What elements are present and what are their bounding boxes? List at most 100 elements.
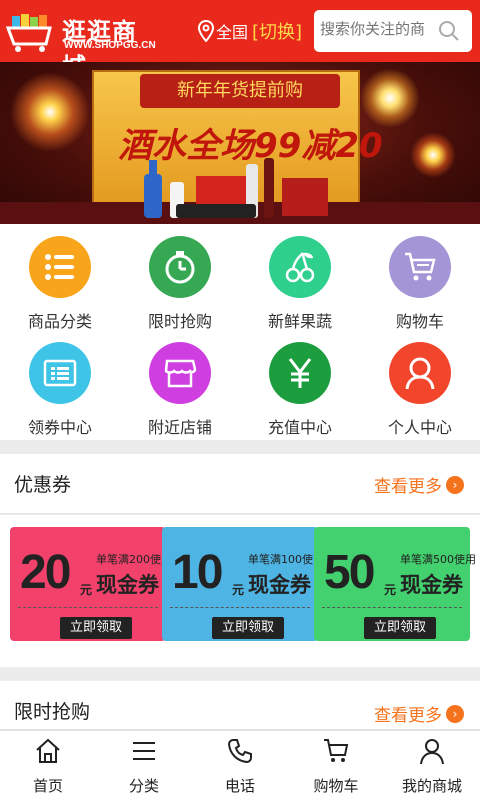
category-item[interactable]: 购物车 [360,224,480,332]
location-selector[interactable]: 全国 [切换] [198,18,302,44]
nav-label: 电话 [224,777,255,795]
flash-sale-section-header: 限时抢购 查看更多 › [0,681,480,730]
category-label: 新鲜果蔬 [267,312,332,331]
coupon-icon [43,359,77,387]
coupon-card[interactable]: 20 元 单笔满200使 现金券 立即领取 [10,527,166,641]
category-icon-bg [389,236,451,298]
cherry-icon [285,252,315,283]
category-item[interactable]: 附近店铺 [120,330,240,438]
list-icon [45,254,74,280]
cart-icon [324,739,349,762]
category-grid: 商品分类 限时抢购 新鲜果蔬 购物车 领券中心 附近店铺 充值中心 个人中心 [0,224,480,440]
category-icon-bg [269,342,331,404]
coupon-divider [18,607,158,608]
home-icon [36,738,60,763]
coupon-unit: 元 [80,583,93,597]
phone-icon [227,739,252,764]
category-label: 领券中心 [27,418,92,437]
nav-my-mall[interactable]: 我的商城 [384,731,480,800]
coupon-kind: 现金券 [400,573,463,597]
nav-category[interactable]: 分类 [96,731,192,800]
category-icon-bg [389,342,451,404]
switch-location-link[interactable]: [切换] [252,18,302,44]
category-icon-bg [149,236,211,298]
user-icon [420,739,444,765]
claim-coupon-button[interactable]: 立即领取 [60,617,132,639]
view-more-link[interactable]: 查看更多 › [374,472,464,497]
coupon-unit: 元 [232,583,245,597]
firework-decoration [360,68,420,128]
logo[interactable]: 逛逛商城 WWW.SHOPGG.CN [6,10,156,81]
nav-label: 我的商城 [401,777,462,795]
nav-label: 购物车 [313,777,359,795]
nav-label: 首页 [32,777,63,795]
coupon-divider [322,607,462,608]
coupon-card[interactable]: 10 元 单笔满100使 现金券 立即领取 [162,527,318,641]
location-text: 全国 [216,23,249,42]
nav-home[interactable]: 首页 [0,731,96,800]
yen-icon [288,358,312,388]
search-input[interactable] [320,20,432,38]
firework-decoration [410,132,456,178]
logo-cart-icon [6,14,52,52]
coupon-condition: 单笔满200使 [96,553,161,566]
search-box[interactable] [314,10,472,52]
section-title: 优惠券 [14,474,72,496]
category-label: 购物车 [395,312,444,331]
store-icon [164,359,197,388]
coupon-unit: 元 [384,583,397,597]
coupon-divider [170,607,310,608]
claim-coupon-button[interactable]: 立即领取 [212,617,284,639]
nav-cart[interactable]: 购物车 [288,731,384,800]
view-more-label: 查看更多 [374,706,442,726]
category-item[interactable]: 充值中心 [240,330,360,438]
category-label: 充值中心 [267,418,332,437]
promo-banner[interactable]: 新年年货提前购 酒水全场99减20 [0,62,480,224]
wine-bottles-image [144,158,328,218]
view-more-label: 查看更多 [374,477,442,497]
firework-decoration [10,72,90,152]
logo-url: WWW.SHOPGG.CN [64,40,156,51]
person-icon [405,357,435,390]
category-item[interactable]: 个人中心 [360,330,480,438]
category-icon-bg [29,236,91,298]
coupon-amount: 10 [172,546,223,599]
chevron-right-icon: › [446,475,464,494]
category-icon-bg [269,236,331,298]
coupon-list: 20 元 单笔满200使 现金券 立即领取 10 元 单笔满100使 现金券 立… [0,515,480,667]
coupon-section-header: 优惠券 查看更多 › [0,454,480,514]
category-icon-bg [29,342,91,404]
category-label: 商品分类 [27,312,92,331]
cart-icon [405,252,436,281]
nav-label: 分类 [128,777,159,795]
search-icon[interactable] [438,20,460,42]
category-label: 个人中心 [387,418,452,437]
category-item[interactable]: 限时抢购 [120,224,240,332]
coupon-kind: 现金券 [248,573,311,597]
coupon-card[interactable]: 50 元 单笔满500使用 现金券 立即领取 [314,527,476,641]
coupon-amount: 50 [324,546,375,599]
claim-coupon-button[interactable]: 立即领取 [364,617,436,639]
section-divider [0,667,480,681]
nav-phone[interactable]: 电话 [192,731,288,800]
section-divider [0,440,480,454]
category-label: 附近店铺 [147,418,212,437]
coupon-condition: 单笔满100使 [248,553,313,566]
banner-ribbon: 新年年货提前购 [140,74,340,108]
category-item[interactable]: 商品分类 [0,224,120,332]
section-title: 限时抢购 [14,701,91,723]
coupon-kind: 现金券 [96,573,159,597]
timer-icon [165,251,195,284]
top-header: 逛逛商城 WWW.SHOPGG.CN 全国 [切换] [0,0,480,81]
chevron-right-icon: › [446,704,464,723]
coupon-condition: 单笔满500使用 [400,553,476,566]
coupon-amount: 20 [20,546,71,599]
location-pin-icon [198,20,214,42]
bottom-nav: 首页 分类 电话 购物车 我的商城 [0,730,480,800]
category-icon-bg [149,342,211,404]
category-label: 限时抢购 [147,312,212,331]
menu-icon [133,742,155,760]
category-item[interactable]: 领券中心 [0,330,120,438]
view-more-link[interactable]: 查看更多 › [374,701,464,726]
category-item[interactable]: 新鲜果蔬 [240,224,360,332]
